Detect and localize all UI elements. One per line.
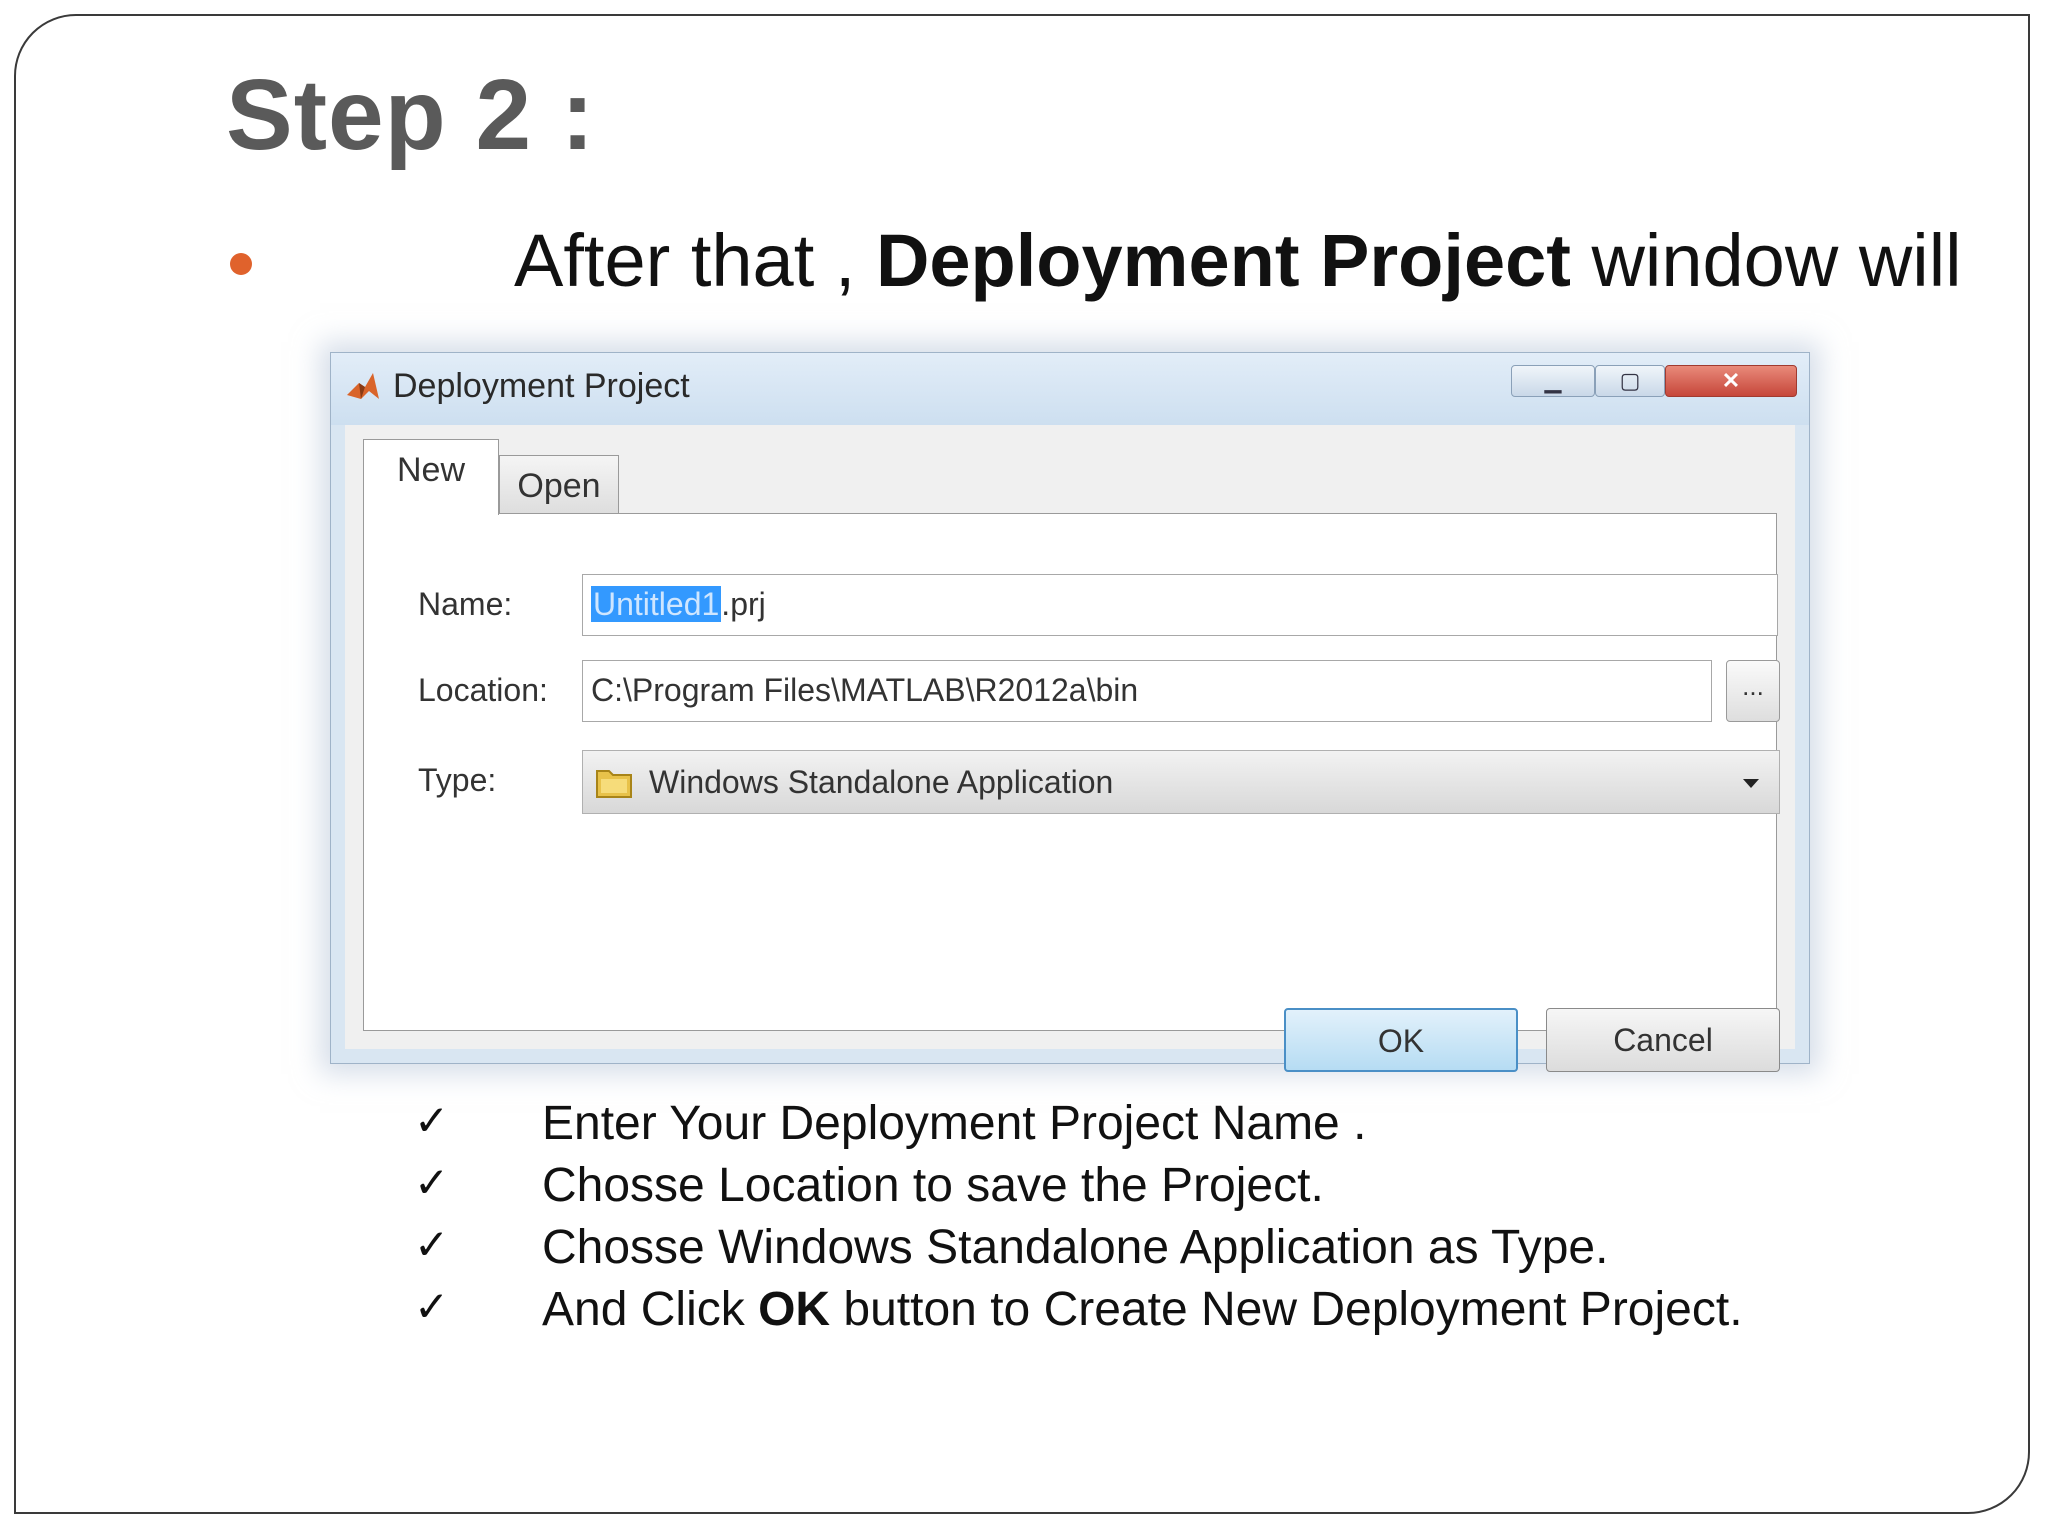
last-item-bold: OK [758, 1283, 831, 1336]
name-label: Name: [418, 586, 513, 622]
cancel-button[interactable]: Cancel [1546, 1008, 1780, 1072]
check-icon: ✓ [414, 1282, 450, 1331]
browse-button[interactable]: ... [1726, 660, 1780, 722]
chevron-down-icon [1743, 779, 1759, 788]
bullet-dot [230, 253, 252, 275]
matlab-icon [347, 373, 379, 399]
type-value: Windows Standalone Application [649, 764, 1114, 800]
type-label: Type: [418, 762, 497, 798]
list-item-text: And Click OK button to Create New Deploy… [542, 1282, 1743, 1337]
last-item-after: button to Create New Deployment Project. [830, 1283, 1743, 1336]
deployment-project-dialog: Deployment Project ▁ ▢ ✕ New Open Name: … [330, 352, 1810, 1072]
check-icon: ✓ [414, 1096, 450, 1145]
bullet-prefix: After that , [514, 219, 876, 302]
dialog-title: Deployment Project [393, 367, 690, 405]
location-input[interactable]: C:\Program Files\MATLAB\R2012a\bin [582, 660, 1712, 722]
maximize-button[interactable]: ▢ [1595, 365, 1665, 397]
list-item-text: Chosse Location to save the Project. [542, 1159, 1324, 1212]
tab-new[interactable]: New [363, 439, 499, 515]
minimize-button[interactable]: ▁ [1511, 365, 1595, 397]
minimize-icon: ▁ [1544, 368, 1562, 393]
bullet-bold: Deployment Project [875, 219, 1571, 302]
name-selection: Untitled1 [591, 586, 722, 622]
list-item-text: Enter Your Deployment Project Name . [542, 1097, 1367, 1150]
ok-button[interactable]: OK [1284, 1008, 1518, 1072]
bullet-suffix: window will [1570, 219, 1962, 302]
list-item-text: Chosse Windows Standalone Application as… [542, 1221, 1609, 1274]
dialog-client: New Open Name: Untitled1.prj Location: C… [345, 425, 1795, 1072]
close-button[interactable]: ✕ [1665, 365, 1797, 397]
check-icon: ✓ [414, 1220, 450, 1269]
tab-panel-new: Name: Untitled1.prj Location: C:\Program… [363, 513, 1780, 1072]
check-icon: ✓ [414, 1158, 450, 1207]
bullet-text: After that , Deployment Project window w… [514, 218, 1962, 303]
folder-icon [596, 770, 632, 798]
tab-open[interactable]: Open [499, 455, 619, 517]
type-select[interactable]: Windows Standalone Application [582, 750, 1780, 814]
name-input[interactable]: Untitled1.prj [582, 574, 1778, 636]
last-item-before: And Click [542, 1283, 759, 1336]
slide-title: Step 2 : [226, 59, 596, 171]
dialog-titlebar[interactable]: Deployment Project ▁ ▢ ✕ [331, 353, 1809, 425]
close-icon: ✕ [1721, 368, 1741, 393]
maximize-icon: ▢ [1619, 368, 1641, 393]
location-label: Location: [418, 672, 548, 708]
name-extension: .prj [721, 586, 766, 622]
